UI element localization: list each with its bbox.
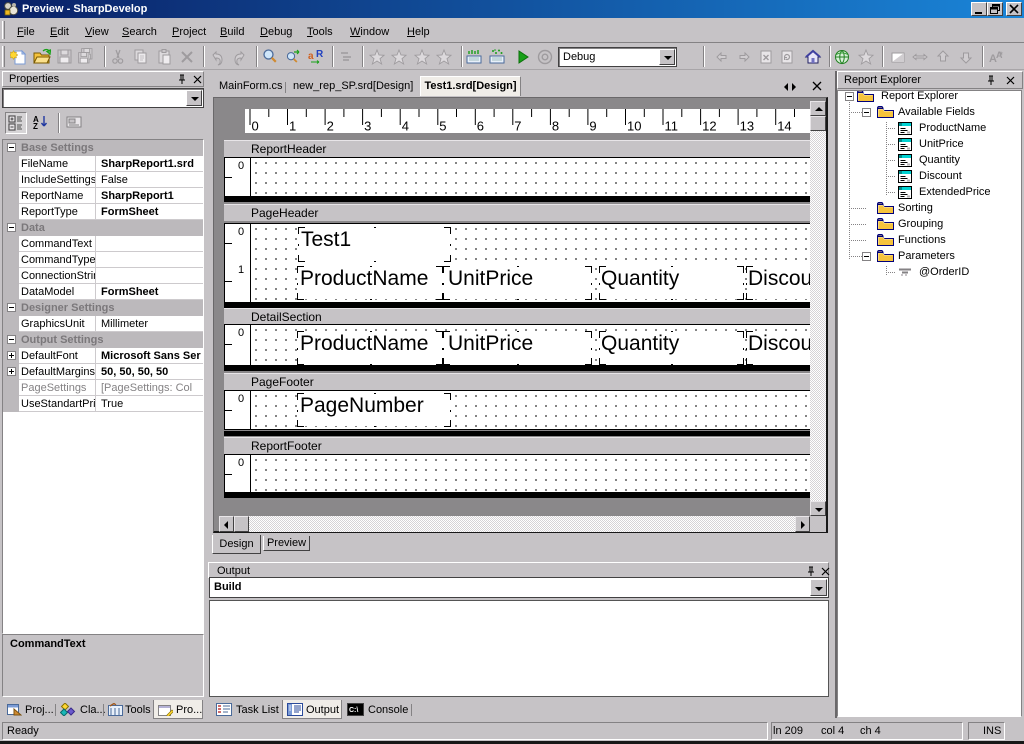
svg-text:10: 10 xyxy=(627,119,641,134)
svg-text:R: R xyxy=(316,49,324,60)
svg-text:14: 14 xyxy=(777,119,791,134)
svg-text:A: A xyxy=(996,50,1003,60)
svg-text:4: 4 xyxy=(402,119,409,134)
svg-text:Z: Z xyxy=(33,122,38,130)
svg-text:8: 8 xyxy=(552,119,559,134)
svg-text:6: 6 xyxy=(477,119,484,134)
svg-text:1: 1 xyxy=(289,119,296,134)
svg-text:0: 0 xyxy=(252,119,259,134)
svg-text:12: 12 xyxy=(702,119,716,134)
svg-text:13: 13 xyxy=(740,119,754,134)
svg-text:2: 2 xyxy=(327,119,334,134)
svg-text:a: a xyxy=(308,51,314,62)
svg-text:7: 7 xyxy=(514,119,521,134)
svg-text:9: 9 xyxy=(589,119,596,134)
svg-text:11: 11 xyxy=(665,119,679,134)
svg-text:5: 5 xyxy=(439,119,446,134)
svg-text:C:\: C:\ xyxy=(349,707,358,714)
svg-text:3: 3 xyxy=(364,119,371,134)
